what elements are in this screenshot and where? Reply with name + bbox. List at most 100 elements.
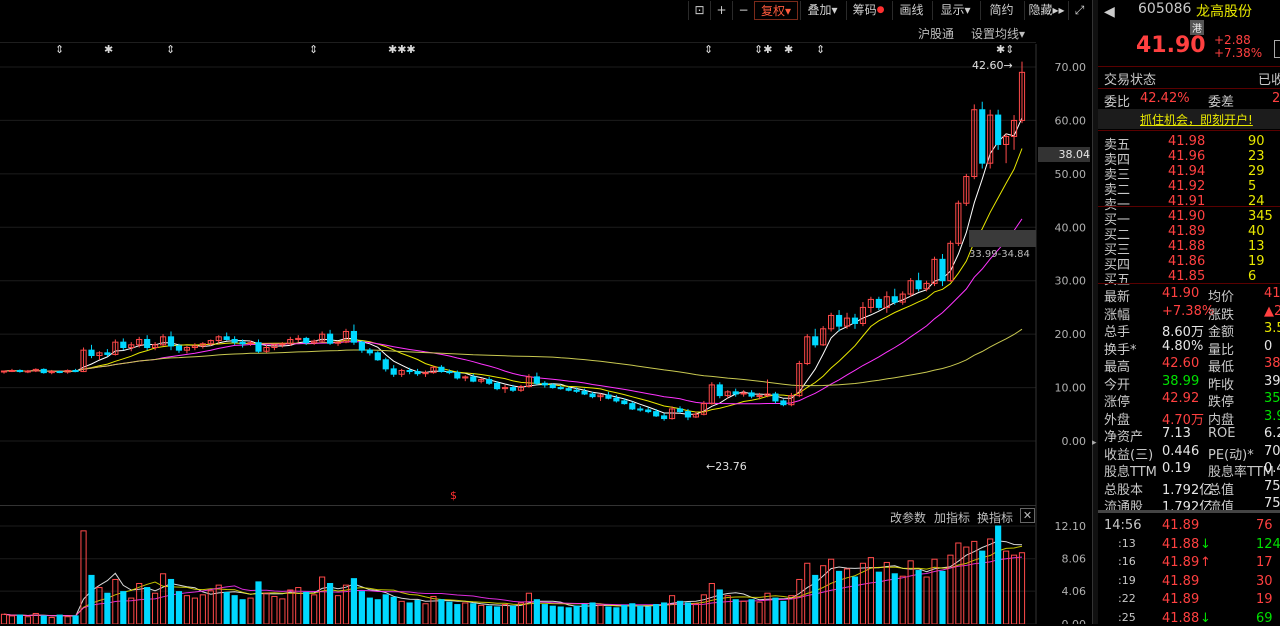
candle-body	[605, 394, 612, 399]
candle-body	[637, 408, 644, 411]
stat-label: ROE	[1208, 426, 1236, 441]
volume-tick-label: 4.06	[1062, 585, 1087, 598]
volume-axis: 12.10 8.06 4.06 0.00	[1055, 520, 1087, 624]
volume-tick-label: 12.10	[1055, 520, 1087, 533]
volume-bar	[812, 574, 819, 624]
kline-chart[interactable]: 70.0060.0050.0040.0030.0020.0010.000.00 …	[0, 44, 1092, 624]
tick-arrow: ↓	[1200, 610, 1211, 626]
candle-body	[716, 384, 723, 397]
promo-text: 抓住机会，即刻开户!	[1140, 113, 1253, 127]
volume-bar	[891, 573, 898, 624]
candle-body	[891, 296, 898, 303]
volume-bar	[565, 607, 572, 624]
volume-bar	[979, 550, 986, 624]
volume-bar	[223, 591, 230, 624]
volume-bar	[24, 616, 31, 624]
volume-bar	[390, 596, 397, 624]
candle-body	[995, 114, 1002, 145]
volume-bar	[319, 576, 326, 624]
tick-volume: 124	[1256, 536, 1280, 552]
volume-bar	[350, 578, 358, 624]
collapse-arrow-icon[interactable]: ▸	[1092, 438, 1097, 448]
stat-value: 1.792亿	[1162, 482, 1213, 498]
volume-bar	[48, 617, 55, 624]
volume-bar	[796, 578, 803, 624]
volume-bar	[788, 595, 795, 624]
candle-body	[509, 387, 517, 391]
change-params-button[interactable]: 改参数	[890, 509, 926, 526]
stat-label: 最高	[1104, 360, 1131, 375]
volume-bar	[438, 599, 445, 624]
ma20-line	[3, 218, 1023, 405]
stat-value: ▲2	[1264, 303, 1280, 319]
stat-value: 38.99	[1162, 373, 1200, 389]
hgt-link[interactable]: 沪股通	[918, 25, 954, 42]
stat-value: 7.13	[1162, 426, 1191, 441]
volume-bar	[271, 595, 278, 624]
display-button[interactable]: 显示▾	[932, 1, 978, 20]
minus-icon[interactable]: −	[732, 1, 754, 20]
volume-bar	[72, 615, 79, 624]
hide-button[interactable]: 隐藏▸▸	[1024, 1, 1068, 20]
close-icon[interactable]: ✕	[1020, 508, 1035, 523]
chip-label: 筹码	[852, 3, 877, 17]
volume-bar	[883, 561, 890, 624]
hide-label: 隐藏	[1028, 3, 1053, 17]
volume-bar	[366, 597, 373, 624]
tick-price: 41.89	[1162, 592, 1200, 607]
candle-body	[939, 258, 946, 282]
status-value: 已收	[1258, 73, 1280, 88]
volume-bar	[247, 597, 254, 624]
candle-body	[120, 341, 127, 348]
ma-setting-button[interactable]: 设置均线▾	[971, 25, 1025, 42]
display-label: 显示	[940, 3, 965, 17]
draw-line-button[interactable]: 画线	[892, 1, 930, 20]
volume-bar	[716, 589, 723, 624]
candle-body	[875, 298, 882, 308]
volume-bar	[326, 583, 334, 624]
simple-button[interactable]: 简约	[980, 1, 1022, 20]
range-label: 33.99-34.84	[969, 249, 1030, 260]
candle-body	[406, 369, 413, 373]
stat-value: 41.90	[1162, 286, 1200, 301]
overlay-button[interactable]: 叠加▾	[800, 1, 844, 20]
volume-bar	[263, 592, 270, 624]
promo-banner[interactable]: 抓住机会，即刻开户!	[1098, 109, 1280, 129]
chip-button[interactable]: 筹码●	[846, 1, 890, 20]
switch-indicator-button[interactable]: 换指标	[977, 509, 1013, 526]
high-label: 42.60→	[972, 59, 1013, 72]
add-watch-icon[interactable]	[1274, 40, 1280, 58]
volume-bar	[915, 570, 922, 624]
stat-label: 外盘	[1104, 412, 1131, 428]
chart-grid	[0, 44, 1037, 624]
back-arrow-icon[interactable]: ◀	[1104, 4, 1115, 20]
order-volume: 40	[1248, 224, 1265, 239]
y-tick-label: 30.00	[1055, 275, 1087, 288]
volume-bar	[40, 615, 47, 624]
lock-icon[interactable]: ⊡	[688, 1, 710, 20]
y-tick-label: 50.00	[1055, 168, 1087, 181]
volume-bar	[971, 540, 978, 624]
draw-line-label: 画线	[899, 3, 924, 17]
volume-bar	[756, 601, 763, 624]
tick-price: 41.89	[1162, 555, 1200, 570]
candle-body	[358, 341, 365, 351]
volume-bar	[676, 600, 684, 624]
candle-body	[565, 388, 572, 391]
volume-bar	[152, 592, 159, 624]
stat-label: 跌停	[1208, 395, 1235, 410]
weibi-label: 委比	[1104, 95, 1131, 110]
plus-icon[interactable]: +	[710, 1, 732, 20]
dividend-marker[interactable]: $	[450, 489, 457, 502]
volume-bar	[525, 592, 532, 624]
panel-divider[interactable]	[1098, 510, 1280, 513]
tick-time: :25	[1118, 610, 1136, 624]
volume-bar	[955, 542, 962, 624]
candle-body	[239, 341, 246, 345]
expand-icon[interactable]: ⤢	[1068, 1, 1090, 20]
ma5-line	[3, 117, 1023, 415]
ma-setting-label: 设置均线	[971, 27, 1020, 41]
fuquan-button[interactable]: 复权▾	[754, 1, 798, 20]
add-indicator-button[interactable]: 加指标	[934, 509, 970, 526]
chart-toolbar: ⊡ + − 复权▾ 叠加▾ 筹码● 画线 显示▾ 简约 隐藏▸▸ ⤢	[0, 0, 1092, 22]
